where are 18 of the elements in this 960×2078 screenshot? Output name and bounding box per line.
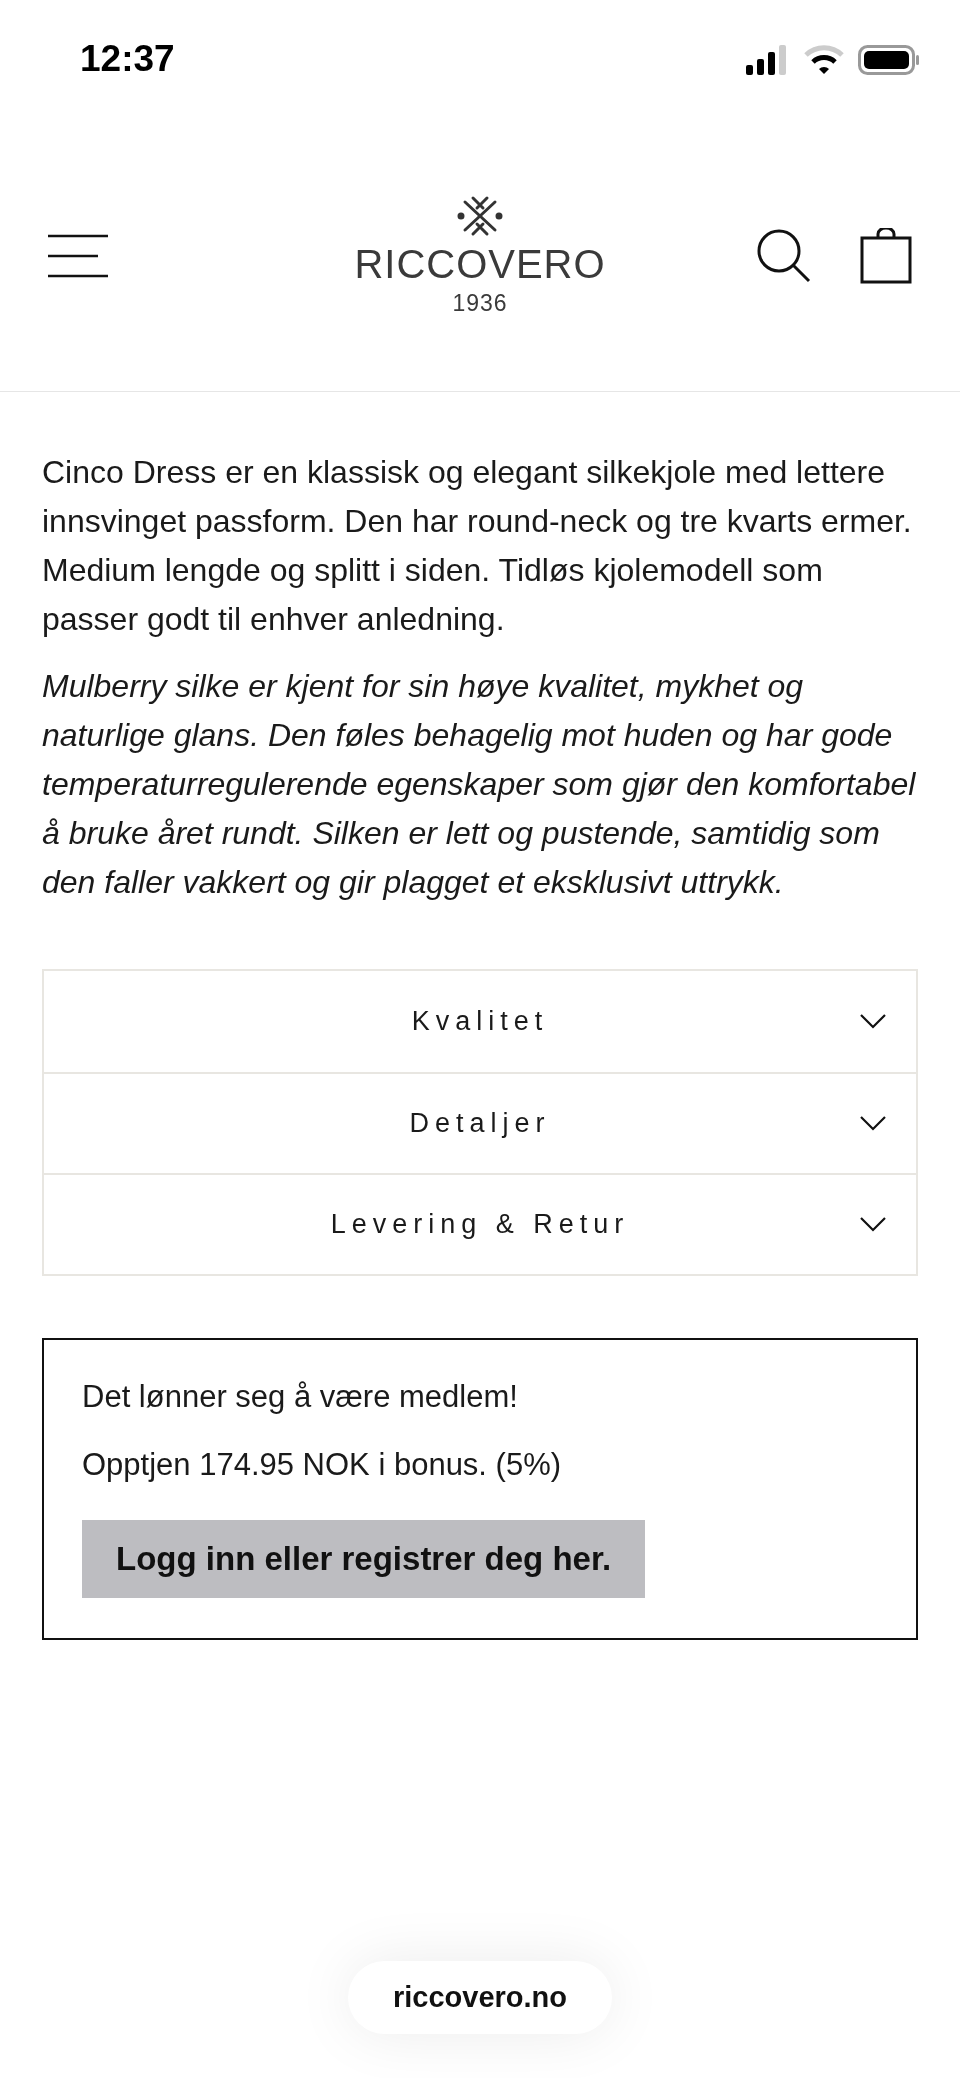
login-button[interactable]: Logg inn eller registrer deg her. bbox=[82, 1520, 646, 1598]
battery-icon bbox=[858, 45, 920, 75]
status-time: 12:37 bbox=[80, 38, 175, 80]
logo-icon bbox=[457, 194, 503, 238]
chevron-icon bbox=[860, 1115, 886, 1131]
wifi-icon bbox=[804, 45, 844, 75]
member-heading: Det lønner seg å være medlem! bbox=[82, 1378, 518, 1416]
chevron-icon bbox=[860, 1013, 886, 1029]
url-pill[interactable]: riccovero.no bbox=[347, 1961, 613, 2034]
bonus-text: Opptjen 174.95 NOK i bonus. (5%) bbox=[82, 1446, 562, 1484]
brand-year: 1936 bbox=[452, 290, 508, 317]
chevron-icon bbox=[860, 1216, 886, 1232]
material-note: Mulberry silke er kjent for sin høye kvalitet, mykhet og naturlige glans. Den føles behagelig mot huden og har gode temperaturregulerende egenskaper som gjør den komfortabel å bruke året rundt. Silken er lett og pustende, samtidig som den faller vakkert og gir plagget et eksklusivt uttrykk. bbox=[42, 667, 917, 902]
shopping-bag-icon[interactable] bbox=[860, 227, 912, 284]
search-icon[interactable] bbox=[756, 227, 812, 284]
menu-icon[interactable] bbox=[48, 233, 108, 278]
product-description: Cinco Dress er en klassisk og elegant silkekjole med lettere innsvinget passform. Den har round-neck og tre kvarts ermer. Medium lengde og splitt i siden. Tidløs kjolemodell som passer godt til enhver anledning. bbox=[42, 453, 913, 639]
brand-name: RICCOVERO bbox=[354, 244, 606, 284]
